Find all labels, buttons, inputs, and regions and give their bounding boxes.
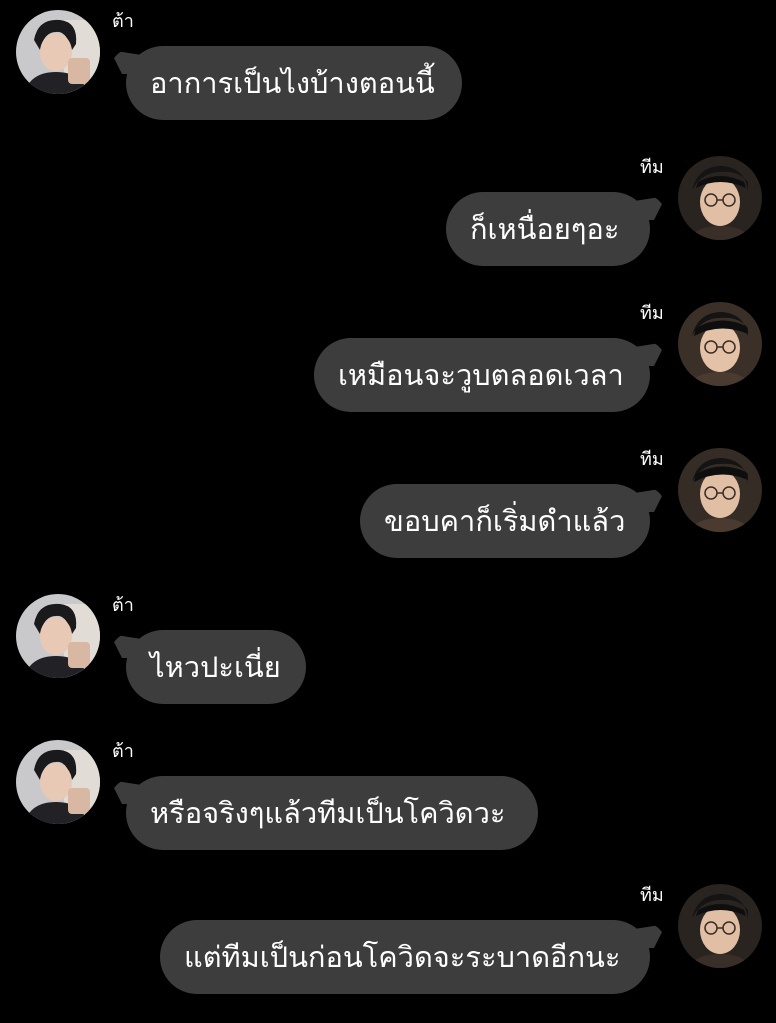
- sender-name: ทีม: [640, 885, 664, 906]
- person-photo-avatar-ta-icon: [16, 10, 100, 94]
- person-photo-avatar-team-glasses-icon: [678, 448, 762, 532]
- person-photo-avatar-team-glasses-icon: [678, 156, 762, 240]
- message-text: แต่ทีมเป็นก่อนโควิดจะระบาดอีกนะ: [184, 940, 621, 974]
- message-text: หรือจริงๆแล้วทีมเป็นโควิดวะ: [150, 796, 506, 830]
- message-bubble[interactable]: อาการเป็นไงบ้างตอนนี้: [126, 46, 462, 120]
- person-photo-avatar-team-glasses-icon: [678, 884, 762, 968]
- message-bubble[interactable]: ขอบคาก็เริ่มดำแล้ว: [360, 484, 650, 558]
- message-bubble[interactable]: ไหวปะเนี่ย: [126, 630, 306, 704]
- message-bubble[interactable]: แต่ทีมเป็นก่อนโควิดจะระบาดอีกนะ: [160, 920, 650, 994]
- sender-name: ทีม: [640, 303, 664, 324]
- avatar[interactable]: [16, 594, 100, 678]
- message-bubble[interactable]: เหมือนจะวูบตลอดเวลา: [314, 338, 650, 412]
- avatar[interactable]: [678, 302, 762, 386]
- person-photo-avatar-ta-icon: [16, 740, 100, 824]
- avatar[interactable]: [16, 740, 100, 824]
- message-text: อาการเป็นไงบ้างตอนนี้: [150, 66, 435, 100]
- message-text: ก็เหนื่อยๆอะ: [470, 212, 620, 246]
- message-text: ขอบคาก็เริ่มดำแล้ว: [384, 504, 626, 538]
- sender-name: ต้า: [112, 595, 134, 616]
- avatar[interactable]: [678, 156, 762, 240]
- avatar[interactable]: [678, 448, 762, 532]
- avatar[interactable]: [16, 10, 100, 94]
- sender-name: ทีม: [640, 157, 664, 178]
- message-text: เหมือนจะวูบตลอดเวลา: [338, 358, 624, 392]
- sender-name: ทีม: [640, 449, 664, 470]
- sender-name: ต้า: [112, 11, 134, 32]
- chat-thread: ต้า อาการเป็นไงบ้างตอนนี้ ทีม ก็เหนื่อยๆ…: [0, 0, 776, 1023]
- message-bubble[interactable]: หรือจริงๆแล้วทีมเป็นโควิดวะ: [126, 776, 538, 850]
- sender-name: ต้า: [112, 741, 134, 762]
- message-bubble[interactable]: ก็เหนื่อยๆอะ: [446, 192, 650, 266]
- message-text: ไหวปะเนี่ย: [150, 650, 281, 684]
- person-photo-avatar-ta-icon: [16, 594, 100, 678]
- person-photo-avatar-team-glasses-icon: [678, 302, 762, 386]
- avatar[interactable]: [678, 884, 762, 968]
